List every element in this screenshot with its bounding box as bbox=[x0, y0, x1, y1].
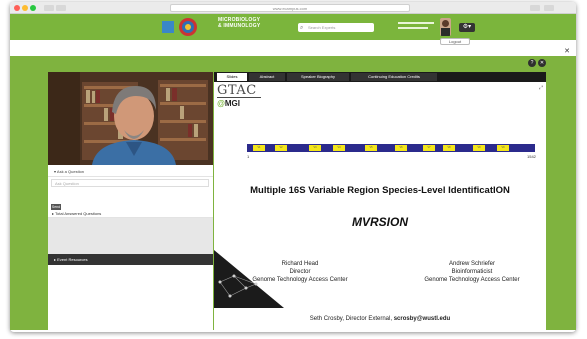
modal-titlebar: ✕ bbox=[10, 47, 576, 56]
slide-footer: Seth Crosby, Director External, scrosby@… bbox=[214, 316, 546, 322]
footer-email[interactable]: scrosby@wustl.edu bbox=[394, 316, 451, 322]
search-icon: ⌕ bbox=[300, 25, 304, 31]
variable-region: V7 bbox=[423, 145, 435, 151]
ask-question-header[interactable]: ▾ Ask a Question bbox=[48, 167, 213, 177]
logo-rule bbox=[217, 97, 261, 98]
variable-region: V6 bbox=[395, 145, 407, 151]
slide-acronym: MVRSION bbox=[351, 215, 408, 229]
address-bar[interactable]: www.ecampus.com bbox=[170, 4, 410, 12]
site-header bbox=[10, 14, 576, 40]
presenter-2: Andrew Schriefer Bioinformaticist Genome… bbox=[402, 260, 542, 284]
speaker-video[interactable] bbox=[48, 72, 213, 165]
brand-line-2: & IMMUNOLOGY bbox=[218, 23, 261, 29]
tab-bar: Slides Abstract Speaker Biography Contin… bbox=[214, 72, 546, 82]
event-resources-label: Event Resources bbox=[57, 257, 88, 262]
answered-questions-toggle[interactable]: ▸ Total Answered Questions bbox=[48, 210, 213, 218]
forward-button[interactable] bbox=[56, 5, 66, 11]
question-input[interactable]: Ask Question bbox=[51, 179, 209, 187]
avatar[interactable] bbox=[440, 18, 451, 36]
answered-questions-label: Total Answered Questions bbox=[55, 211, 102, 216]
close-icon[interactable]: ✕ bbox=[564, 47, 570, 56]
settings-menu-button[interactable]: ⚙▾ bbox=[459, 23, 475, 32]
left-panel: ▾ Ask a Question Ask Question Send ▸ Tot… bbox=[48, 72, 213, 330]
gtac-logo: GTAC bbox=[217, 83, 257, 98]
minimize-window-button[interactable] bbox=[22, 5, 28, 11]
tabs-button[interactable] bbox=[544, 5, 554, 11]
variable-region: V9 bbox=[497, 145, 509, 151]
sequence-track: V1 V2 V3 V4 V5 V6 V7 V8 V9 V9 bbox=[247, 144, 535, 152]
presentation-panel: Slides Abstract Speaker Biography Contin… bbox=[214, 72, 546, 330]
share-button[interactable] bbox=[530, 5, 540, 11]
video-frame bbox=[48, 72, 213, 165]
variable-region: V2 bbox=[275, 145, 287, 151]
variable-region: V9 bbox=[473, 145, 485, 151]
ask-question-label: Ask a Question bbox=[56, 169, 85, 174]
close-window-button[interactable] bbox=[14, 5, 20, 11]
event-resources-toggle[interactable]: ▸ Event Resources bbox=[48, 254, 213, 265]
browser-toolbar: www.ecampus.com bbox=[10, 2, 576, 14]
network-decoration bbox=[218, 274, 258, 298]
variable-region: V4 bbox=[333, 145, 345, 151]
presenter-2-role: Bioinformaticist bbox=[451, 269, 493, 275]
variable-region: V8 bbox=[443, 145, 455, 151]
help-icon[interactable]: ? bbox=[528, 59, 536, 67]
search-placeholder: Search Experts bbox=[308, 25, 336, 30]
variable-region: V1 bbox=[253, 145, 265, 151]
close-circle-icon[interactable]: ✕ bbox=[538, 59, 546, 67]
search-input[interactable]: ⌕ Search Experts bbox=[298, 23, 374, 32]
variable-region: V3 bbox=[309, 145, 321, 151]
logout-button[interactable]: Logout bbox=[440, 38, 470, 45]
questions-list-area bbox=[48, 218, 213, 254]
tab-continuing-education-credits[interactable]: Continuing Education Credits bbox=[351, 73, 437, 81]
site-logo[interactable] bbox=[162, 17, 204, 37]
footer-text: Seth Crosby, Director External, bbox=[309, 316, 394, 322]
mgi-logo: @MGI bbox=[217, 99, 240, 108]
mgi-text: MGI bbox=[224, 99, 240, 108]
track-start-label: 1 bbox=[247, 154, 250, 159]
tab-slides[interactable]: Slides bbox=[217, 73, 247, 81]
expand-icon[interactable]: ⤢ bbox=[539, 85, 543, 91]
presenter-2-name: Andrew Schriefer bbox=[448, 261, 496, 267]
back-button[interactable] bbox=[44, 5, 54, 11]
presenter-2-org: Genome Technology Access Center bbox=[424, 277, 520, 283]
slide-title: Multiple 16S Variable Region Species-Lev… bbox=[250, 185, 510, 196]
track-end-label: 1542 bbox=[527, 154, 536, 159]
gear-icon: ⚙▾ bbox=[462, 24, 472, 30]
variable-region: V5 bbox=[365, 145, 377, 151]
tab-abstract[interactable]: Abstract bbox=[249, 73, 285, 81]
tab-speaker-biography[interactable]: Speaker Biography bbox=[287, 73, 349, 81]
event-modal: ✕ ? ✕ ▾ Ask a Question Ask Question Send… bbox=[10, 47, 576, 330]
site-brand: MICROBIOLOGY & IMMUNOLOGY bbox=[218, 17, 260, 29]
user-info bbox=[398, 20, 434, 29]
zoom-window-button[interactable] bbox=[30, 5, 36, 11]
